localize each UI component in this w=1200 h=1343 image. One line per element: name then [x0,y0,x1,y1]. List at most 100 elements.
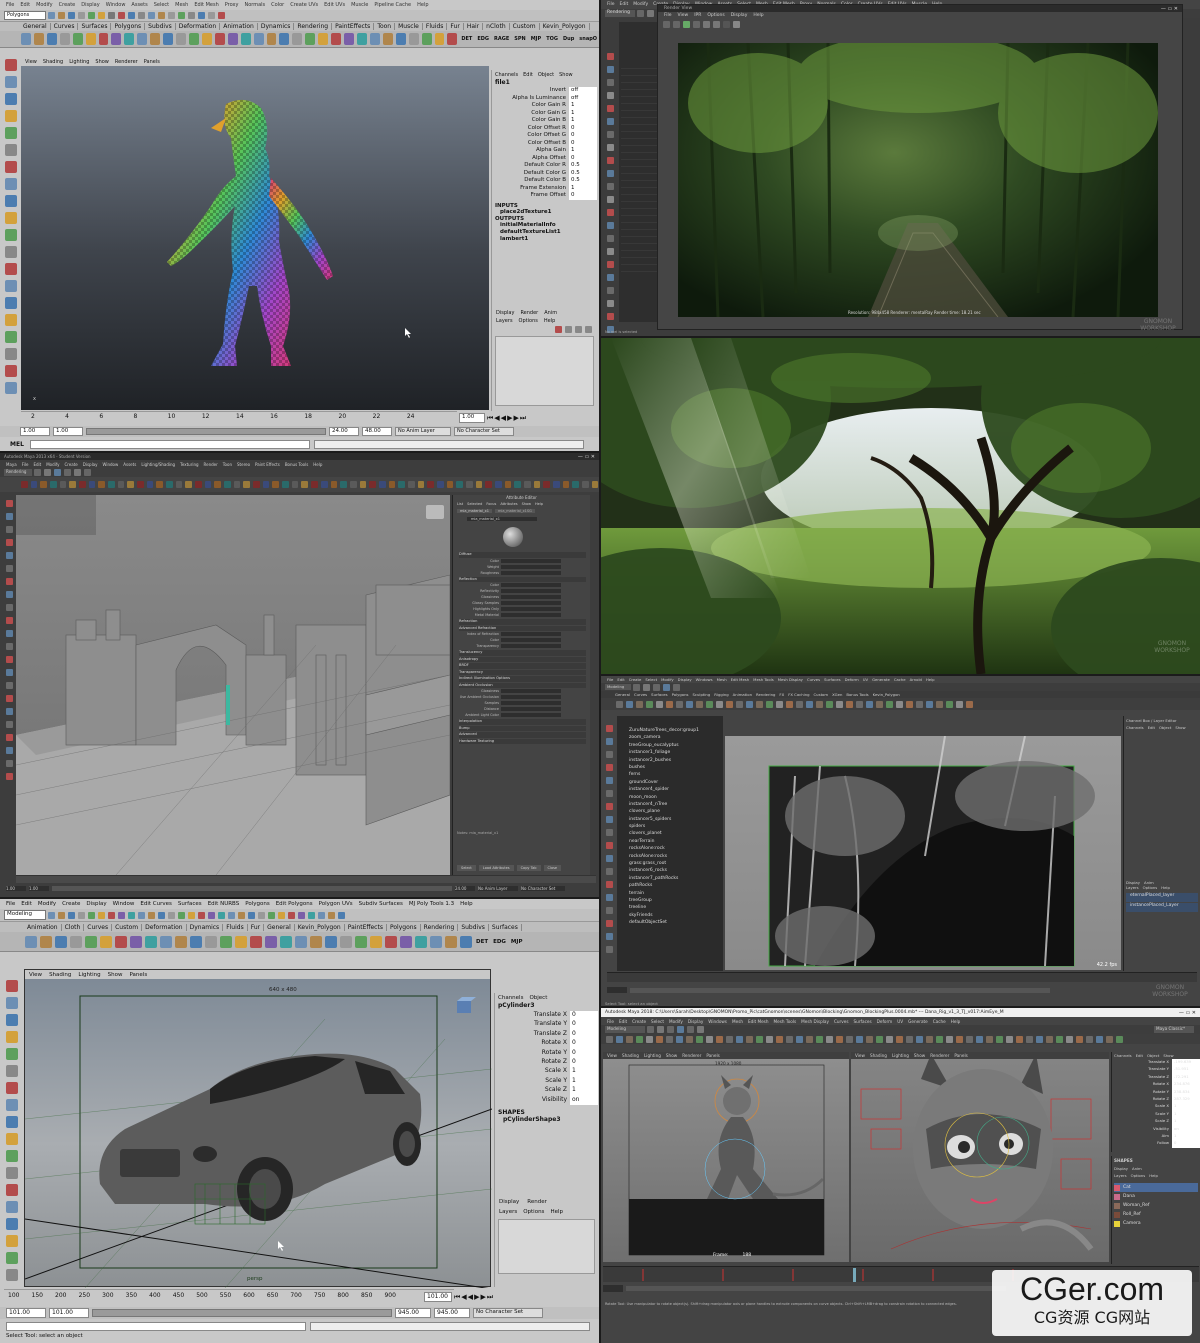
menu-item[interactable]: Help [550,1209,563,1215]
outliner-row[interactable] [621,146,657,153]
shelf-tool-icon[interactable] [205,935,217,948]
shelf-tool-icon[interactable] [786,700,793,708]
shelf-tab[interactable]: XGen [832,692,842,697]
shelf-tool-icon[interactable] [295,935,307,948]
character-set-dropdown[interactable]: No Character Set [521,886,565,891]
status-line-icon[interactable] [338,911,345,919]
menu-item[interactable]: Shading [622,1053,639,1058]
outliner-item[interactable]: defaultObjectSet [617,920,723,927]
outliner-row[interactable] [621,202,657,209]
tool-icon[interactable] [5,669,13,676]
shelf-tool-icon[interactable] [756,1035,763,1043]
forest-layout-view[interactable] [725,736,1121,970]
shelf-tool-icon[interactable] [966,1035,973,1043]
mode-dropdown[interactable]: Modeling [605,684,631,690]
channel-row[interactable]: Visibility on [495,1095,598,1105]
tool-icon[interactable] [606,170,614,177]
menu-item[interactable]: Layers [499,1209,517,1215]
mel-input[interactable] [6,1321,306,1331]
attribute-slider[interactable] [501,558,561,563]
tool-icon[interactable] [5,565,13,572]
shelf-tool-icon[interactable] [906,1035,913,1043]
shelf-tool-icon[interactable] [301,481,309,488]
shelf-tool-icon[interactable] [265,935,277,948]
menu-item[interactable]: Polygon UVs [319,901,353,907]
menu-item[interactable]: Edit [617,677,624,682]
menu-item[interactable]: View [678,13,689,18]
channel-row[interactable]: Default Color B 0.5 [492,177,597,185]
outliner-row[interactable] [621,216,657,223]
mode-dropdown[interactable]: Modeling [605,1026,645,1033]
channel-tab[interactable]: Object [538,72,554,78]
layer-color-swatch[interactable] [1114,1184,1120,1191]
viewport[interactable]: View Shading Lighting Show Panels 640 x 480 … [24,969,492,1288]
editor-button[interactable]: Close [543,865,562,871]
shelf-tool-icon[interactable] [382,33,393,45]
window-controls[interactable]: — ▭ ✕ [578,454,599,460]
menu-item[interactable]: Window [103,462,119,467]
shelf-label-button[interactable]: RAGE [492,36,511,42]
shelf-tool-icon[interactable] [816,700,823,708]
attribute-slider[interactable] [501,701,561,705]
shelf-tool-icon[interactable] [427,481,434,488]
status-line-icon[interactable] [68,911,75,919]
shelf-tab[interactable]: General [615,692,630,697]
tool-icon[interactable] [5,773,13,780]
channel-value[interactable]: 0 [570,1011,598,1021]
shelf-tool-icon[interactable] [195,481,202,488]
shelf-tool-icon[interactable] [185,481,193,488]
channel-row[interactable]: Scale X1 [1112,1103,1200,1111]
menu-item[interactable]: Windows [708,1019,727,1024]
shelf-tool-icon[interactable] [1096,1035,1103,1043]
channel-value[interactable]: 1 [570,1076,598,1087]
shelf-tab[interactable]: Fluids [223,923,248,931]
character-set-dropdown[interactable]: No Character Set [454,427,514,436]
shelf-tool-icon[interactable] [896,1035,903,1043]
shelf-tool-icon[interactable] [676,1035,683,1043]
status-line-icon[interactable] [328,911,335,919]
menu-item[interactable]: Mesh [175,2,188,8]
shelf-tab[interactable]: General [264,923,295,931]
menu-item[interactable]: View [25,59,37,65]
shelf-tool-icon[interactable] [163,33,174,45]
tool-icon[interactable] [4,76,17,88]
tool-icon[interactable] [605,907,613,914]
tool-icon[interactable] [605,829,613,836]
shelf-tool-icon[interactable] [214,481,222,488]
menu-item[interactable]: Mesh Tools [753,677,774,682]
shelf-tool-icon[interactable] [214,33,225,45]
shelf-tool-icon[interactable] [956,700,963,708]
shelf-tool-icon[interactable] [79,481,86,488]
tool-icon[interactable] [6,997,18,1009]
shelf-tool-icon[interactable] [646,1035,653,1043]
tool-icon[interactable] [606,274,614,281]
layer-tab[interactable]: Anim [1132,1166,1142,1171]
status-line-icon[interactable] [48,911,55,919]
shelf-tool-icon[interactable] [446,481,454,488]
tool-icon[interactable] [4,127,17,139]
attribute-slider[interactable] [501,644,561,648]
channel-row[interactable]: Default Color G 0.5 [492,169,597,177]
menu-item[interactable]: Edit [1136,1053,1143,1058]
tool-icon[interactable] [4,263,17,275]
menu-item[interactable]: UV [863,677,868,682]
tool-icon[interactable] [606,248,614,255]
channel-value[interactable]: off [569,94,597,102]
shelf-tool-icon[interactable] [146,481,154,488]
tool-icon[interactable] [6,1099,18,1111]
shelf-tool-icon[interactable] [976,1035,983,1043]
shelf-tool-icon[interactable] [996,1035,1003,1043]
tool-icon[interactable] [605,816,613,823]
menu-item[interactable]: Cache [894,677,906,682]
output-node[interactable]: initialMaterialInfo [500,222,597,229]
menu-item[interactable]: Surfaces [178,901,202,907]
layer-color-swatch[interactable] [1114,1193,1120,1200]
shelf-tab[interactable]: Polygons [387,923,421,931]
channel-tab[interactable]: Show [559,72,573,78]
shelf-tab[interactable]: Custom [510,23,540,30]
shelf-tool-icon[interactable] [224,481,231,488]
shelf-tool-icon[interactable] [726,700,733,708]
range-end-field[interactable]: 24.00 [329,427,359,436]
tool-icon[interactable] [4,212,17,224]
menu-item[interactable]: Shading [870,1053,887,1058]
